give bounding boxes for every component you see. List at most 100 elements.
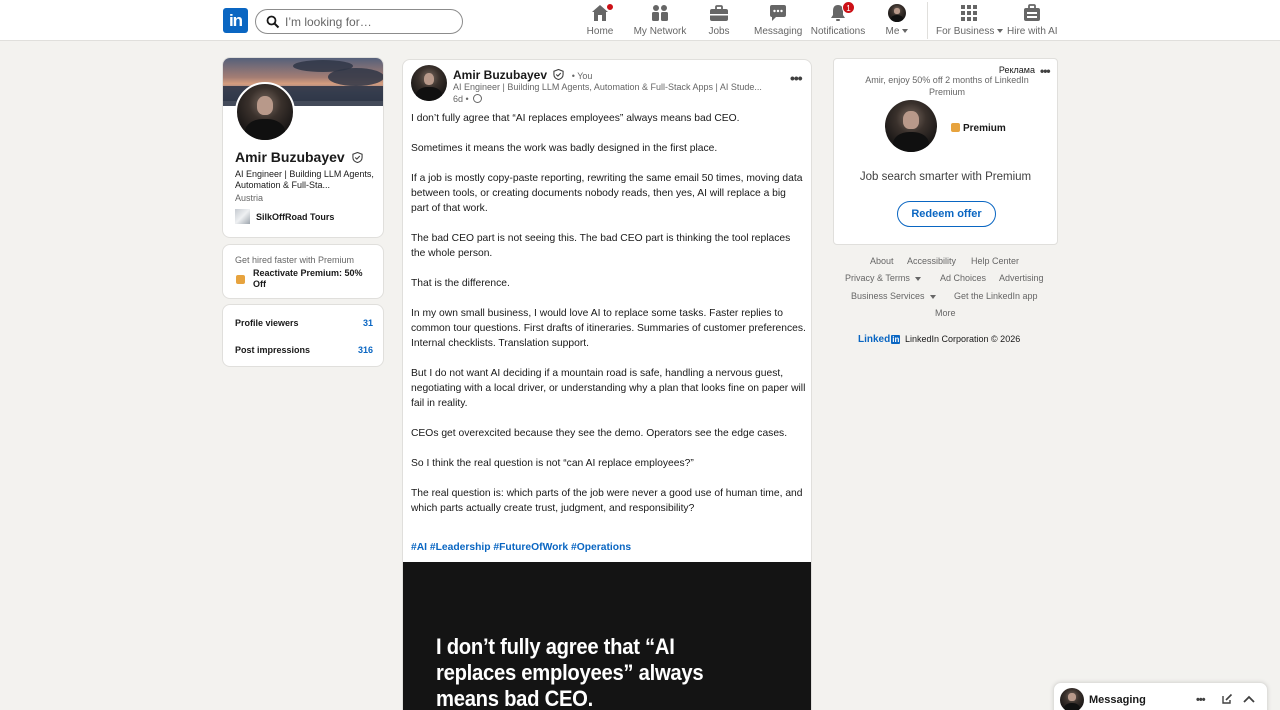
nav-label: Notifications xyxy=(810,26,866,37)
company-logo-icon xyxy=(235,209,250,224)
reactivate-premium-link[interactable]: Reactivate Premium: 50% Off xyxy=(253,268,378,290)
chevron-down-icon xyxy=(929,294,936,299)
nav-business-label-wrap: For Business xyxy=(936,26,1004,37)
premium-badge: Premium xyxy=(951,123,1006,134)
post-paragraph: But I do not want AI deciding if a mount… xyxy=(411,368,806,409)
footer-help-center-link[interactable]: Help Center xyxy=(971,256,1019,266)
nav-jobs[interactable]: Jobs xyxy=(704,4,734,38)
footer-accessibility-link[interactable]: Accessibility xyxy=(907,256,956,266)
post-image[interactable]: I don’t fully agree that “AI replaces em… xyxy=(403,562,811,710)
profile-name[interactable]: Amir Buzubayev xyxy=(235,149,345,165)
nav-messaging[interactable]: Messaging xyxy=(754,4,802,38)
premium-promo-text: Get hired faster with Premium xyxy=(235,255,355,265)
post-author-headline: AI Engineer | Building LLM Agents, Autom… xyxy=(453,82,762,92)
nav-me[interactable]: Me xyxy=(884,4,910,38)
feed-post: Amir Buzubayev • You AI Engineer | Build… xyxy=(402,59,812,710)
stat-value: 316 xyxy=(357,345,373,355)
footer-get-app-link[interactable]: Get the LinkedIn app xyxy=(954,291,1038,301)
linkedin-footer-logo: Linked in xyxy=(858,334,901,345)
nav-for-business[interactable]: For Business xyxy=(936,4,1004,38)
post-paragraph: The real question is: which parts of the… xyxy=(411,488,803,514)
nav-my-network[interactable]: My Network xyxy=(633,4,687,38)
premium-promo-card[interactable]: Get hired faster with Premium Reactivate… xyxy=(222,244,384,299)
post-image-text: I don’t fully agree that “AI replaces em… xyxy=(436,634,704,710)
profile-location: Austria xyxy=(235,193,264,203)
profile-card: Amir Buzubayev AI Engineer | Building LL… xyxy=(222,57,384,238)
footer-about-link[interactable]: About xyxy=(870,256,894,266)
verified-shield-icon xyxy=(351,152,363,163)
stat-label: Post impressions xyxy=(235,345,311,355)
post-paragraph: CEOs get overexcited because they see th… xyxy=(411,428,788,439)
footer-ad-choices-link[interactable]: Ad Choices xyxy=(940,273,986,283)
premium-label: Premium xyxy=(963,123,1006,134)
profile-viewers-row[interactable]: Profile viewers 31 xyxy=(235,318,373,328)
post-hashtags[interactable]: #AI #Leadership #FutureOfWork #Operation… xyxy=(411,542,631,553)
grid-icon xyxy=(959,4,979,22)
post-author-wrap[interactable]: Amir Buzubayev • You xyxy=(453,68,592,82)
messaging-overlay[interactable]: Messaging ••• xyxy=(1053,682,1268,710)
post-paragraph: The bad CEO part is not seeing this. The… xyxy=(411,233,791,259)
post-more-options-icon[interactable]: ••• xyxy=(790,71,803,85)
post-body: I don’t fully agree that “AI replaces em… xyxy=(411,111,806,531)
ad-tagline: Job search smarter with Premium xyxy=(859,171,1032,183)
messaging-avatar xyxy=(1060,688,1084,710)
me-avatar xyxy=(888,4,906,22)
brand-text: Linked xyxy=(858,334,891,345)
post-paragraph: So I think the real question is not “can… xyxy=(411,458,694,469)
nav-label: Jobs xyxy=(708,26,730,37)
stat-label: Profile viewers xyxy=(235,318,299,328)
post-timestamp: 6d • xyxy=(453,94,469,104)
nav-hire-with-ai[interactable]: Hire with AI xyxy=(1007,4,1058,38)
post-paragraph: I don’t fully agree that “AI replaces em… xyxy=(411,113,740,124)
ad-offer-text: Amir, enjoy 50% off 2 months of LinkedIn… xyxy=(865,75,1029,97)
chevron-down-icon xyxy=(997,29,1004,34)
messaging-more-options-icon[interactable]: ••• xyxy=(1196,695,1206,706)
post-author-you: • You xyxy=(571,71,593,81)
briefcase-icon xyxy=(709,4,729,22)
footer-more-link[interactable]: More xyxy=(935,308,956,318)
footer-copyright: LinkedIn Corporation © 2026 xyxy=(905,334,1021,344)
post-author-avatar[interactable] xyxy=(411,65,447,101)
profile-stats-card: Profile viewers 31 Post impressions 316 xyxy=(222,304,384,367)
profile-avatar[interactable] xyxy=(235,82,295,142)
nav-notifications[interactable]: 1 Notifications xyxy=(810,1,866,38)
messaging-label[interactable]: Messaging xyxy=(1089,694,1146,706)
post-paragraph: If a job is mostly copy-paste reporting,… xyxy=(411,173,803,214)
premium-gold-icon xyxy=(236,275,245,284)
post-paragraph: That is the difference. xyxy=(411,278,510,289)
avatar xyxy=(888,4,906,22)
footer-privacy-terms-link[interactable]: Privacy & Terms xyxy=(845,273,921,283)
nav-label: Hire with AI xyxy=(1007,26,1058,37)
nav-home[interactable]: Home xyxy=(582,2,618,38)
profile-company[interactable]: SilkOffRoad Tours xyxy=(235,209,334,224)
profile-name-wrap[interactable]: Amir Buzubayev xyxy=(235,149,363,165)
nav-label: My Network xyxy=(633,26,687,37)
redeem-offer-button[interactable]: Redeem offer xyxy=(897,201,996,227)
chevron-up-icon[interactable] xyxy=(1243,694,1255,704)
footer-business-services-link[interactable]: Business Services xyxy=(851,291,936,301)
search-input[interactable] xyxy=(285,13,455,31)
nav-label: Messaging xyxy=(754,26,803,37)
globe-icon xyxy=(472,94,482,103)
footer-link-label: Business Services xyxy=(851,291,925,301)
post-paragraph: In my own small business, I would love A… xyxy=(411,308,806,349)
home-icon xyxy=(590,2,615,22)
compose-message-icon[interactable] xyxy=(1221,693,1233,705)
verified-shield-icon xyxy=(553,69,565,80)
chevron-down-icon xyxy=(902,29,909,34)
post-author-name[interactable]: Amir Buzubayev xyxy=(453,68,547,82)
nav-label: Home xyxy=(586,26,614,37)
search-bar[interactable] xyxy=(255,9,463,34)
stat-value: 31 xyxy=(362,318,373,328)
premium-ad-card: Реклама ••• Amir, enjoy 50% off 2 months… xyxy=(833,58,1058,245)
linkedin-logo[interactable]: in xyxy=(223,8,248,33)
post-paragraph: Sometimes it means the work was badly de… xyxy=(411,143,718,154)
footer-advertising-link[interactable]: Advertising xyxy=(999,273,1044,283)
company-name[interactable]: SilkOffRoad Tours xyxy=(256,212,334,222)
premium-gold-icon xyxy=(951,123,960,132)
top-navigation-bar: in Home My Network Jobs Messaging xyxy=(0,0,1280,41)
post-impressions-row[interactable]: Post impressions 316 xyxy=(235,345,373,355)
hire-briefcase-icon xyxy=(1022,4,1042,22)
notification-dot xyxy=(605,2,615,12)
post-time-wrap: 6d • xyxy=(453,94,482,104)
